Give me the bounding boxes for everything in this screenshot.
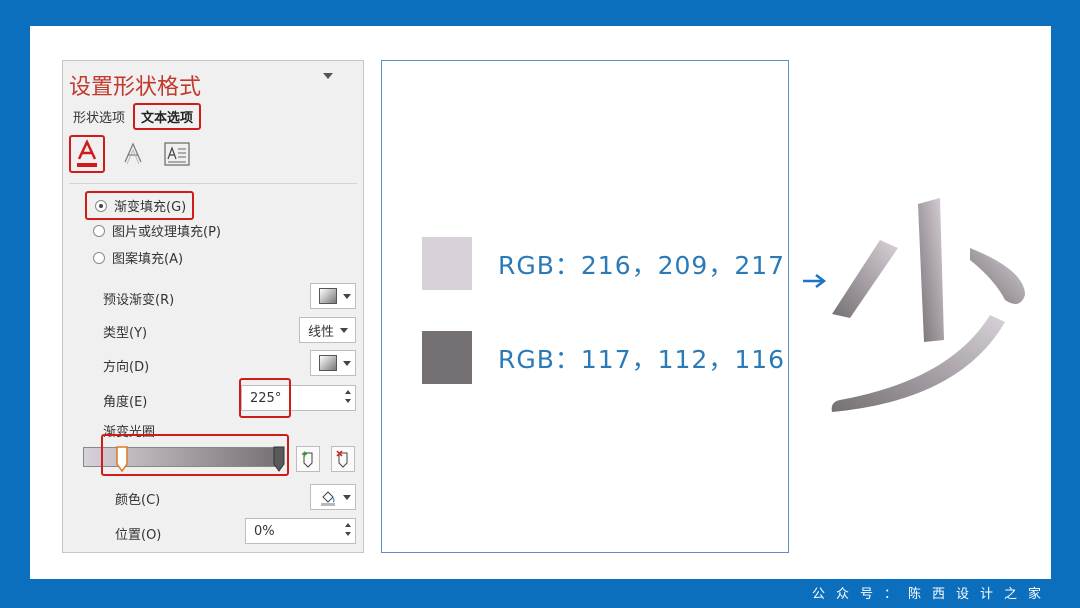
color-rgb-label: RGB：117，112，116 <box>498 344 786 374</box>
chevron-down-icon <box>343 494 351 500</box>
type-value: 线性 <box>308 324 335 340</box>
type-dropdown[interactable]: 线性 <box>299 317 356 343</box>
glyph-text: 少 <box>820 190 836 194</box>
direction-dropdown[interactable] <box>310 350 356 376</box>
remove-gradient-stop-button[interactable] <box>331 446 355 472</box>
text-effects-button[interactable] <box>115 135 151 173</box>
gradient-stop-left[interactable] <box>116 446 128 472</box>
radio-label: 图片或纹理填充(P) <box>112 225 221 240</box>
radio-button[interactable] <box>93 224 105 237</box>
divider <box>69 183 357 184</box>
position-label: 位置(O) <box>115 528 162 543</box>
spinner-arrows[interactable] <box>345 523 351 536</box>
preset-gradient-dropdown[interactable] <box>310 283 356 309</box>
textbox-button[interactable] <box>159 135 195 173</box>
tab-shape-options[interactable]: 形状选项 <box>73 107 125 126</box>
preset-gradient-label: 预设渐变(R) <box>103 293 175 308</box>
color-swatch-row: RGB：117，112，116 <box>422 331 785 384</box>
position-spinner[interactable]: 0% <box>245 518 356 544</box>
radio-picture-fill[interactable]: 图片或纹理填充(P) <box>93 221 221 240</box>
add-gradient-stop-button[interactable] <box>296 446 320 472</box>
chevron-down-icon <box>340 327 349 333</box>
direction-swatch-icon <box>319 355 337 371</box>
direction-label: 方向(D) <box>103 360 150 375</box>
tab-text-options[interactable]: 文本选项 <box>133 103 202 130</box>
color-swatch-row: RGB：216，209，217 <box>422 237 785 290</box>
text-fill-outline-button[interactable] <box>69 135 105 173</box>
color-rgb-label: RGB：216，209，217 <box>498 250 786 280</box>
gradient-stop-right[interactable] <box>273 446 285 472</box>
radio-label: 渐变填充(G) <box>114 200 187 215</box>
textbox-icon <box>164 142 190 166</box>
color-reference-panel: RGB：216，209，217 RGB：117，112，116 <box>381 60 789 553</box>
text-effects-icon <box>124 142 142 165</box>
color-label: 颜色(C) <box>115 493 161 508</box>
chevron-down-icon <box>343 360 351 366</box>
paint-bucket-icon <box>321 491 335 506</box>
gradient-swatch-icon <box>319 288 337 304</box>
angle-label: 角度(E) <box>103 395 148 410</box>
remove-stop-icon <box>336 450 348 468</box>
color-chip-light <box>422 237 472 290</box>
radio-label: 图案填充(A) <box>112 252 184 267</box>
radio-gradient-fill[interactable]: 渐变填充(G) <box>85 191 195 220</box>
spinner-arrows[interactable] <box>345 390 351 403</box>
format-shape-pane: 设置形状格式 形状选项 文本选项 渐变填充(G) 图片或纹理填充(P) 图案填充… <box>62 60 364 553</box>
color-picker-dropdown[interactable] <box>310 484 356 510</box>
text-fill-icon <box>77 139 97 167</box>
color-chip-dark <box>422 331 472 384</box>
radio-button[interactable] <box>95 199 107 212</box>
add-stop-icon <box>302 451 313 468</box>
chevron-down-icon <box>343 293 351 299</box>
angle-highlight <box>239 378 291 418</box>
pane-title: 设置形状格式 <box>69 75 202 100</box>
type-label: 类型(Y) <box>103 326 148 341</box>
position-value: 0% <box>254 523 275 539</box>
pane-options-chevron-icon[interactable] <box>323 73 333 79</box>
gradient-stops-highlight <box>101 434 289 476</box>
radio-button[interactable] <box>93 251 105 264</box>
gradient-glyph: 少 <box>820 190 1025 412</box>
footer-credit: 公众号：陈西设计之家 <box>811 587 1052 602</box>
radio-pattern-fill[interactable]: 图案填充(A) <box>93 248 183 267</box>
